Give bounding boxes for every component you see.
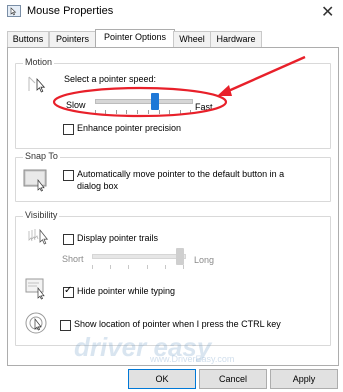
- slider-tick: [169, 110, 170, 114]
- fast-label: Fast: [195, 102, 213, 112]
- slider-tick: [148, 110, 149, 114]
- watermark-url: www.DriverEasy.com: [150, 354, 235, 364]
- snap-to-checkbox[interactable]: [63, 170, 74, 181]
- slider-tick: [105, 110, 106, 114]
- speed-label: Select a pointer speed:: [64, 74, 157, 84]
- slider-tick: [92, 265, 93, 269]
- slider-tick: [190, 110, 191, 114]
- tab-hardware[interactable]: Hardware: [210, 31, 262, 47]
- tab-wheel[interactable]: Wheel: [173, 31, 211, 47]
- speed-slider-thumb[interactable]: [150, 93, 159, 110]
- pointer-trails-icon: [28, 228, 49, 245]
- title-bar: Mouse Properties ✕: [0, 0, 343, 26]
- speed-slider-track[interactable]: [95, 99, 193, 104]
- apply-button[interactable]: Apply: [270, 369, 338, 389]
- pointer-speed-icon: [28, 76, 46, 93]
- slider-tick: [165, 265, 166, 269]
- ok-button[interactable]: OK: [128, 369, 196, 389]
- short-label: Short: [62, 254, 84, 264]
- long-label: Long: [194, 255, 215, 265]
- slider-tick: [110, 265, 111, 269]
- slider-tick: [128, 265, 129, 269]
- slider-tick: [183, 265, 184, 269]
- show-location-icon: [25, 312, 47, 334]
- motion-group: [15, 63, 331, 149]
- trail-length-slider-track[interactable]: [92, 254, 186, 259]
- enhance-precision-checkbox[interactable]: [63, 124, 74, 135]
- slider-tick: [180, 110, 181, 114]
- slow-label: Slow: [66, 100, 86, 110]
- window-title: Mouse Properties: [27, 5, 114, 17]
- cancel-button[interactable]: Cancel: [199, 369, 267, 389]
- slider-tick: [147, 265, 148, 269]
- hide-pointer-checkbox[interactable]: [63, 285, 74, 298]
- slider-tick: [116, 110, 117, 114]
- trail-length-ticks: [92, 265, 184, 269]
- slider-tick: [95, 110, 96, 114]
- slider-tick: [137, 110, 138, 114]
- tab-buttons[interactable]: Buttons: [7, 31, 49, 47]
- slider-tick: [126, 110, 127, 114]
- tab-pointer-options[interactable]: Pointer Options: [95, 29, 175, 48]
- snap-to-icon: [23, 169, 47, 192]
- visibility-legend: Visibility: [23, 210, 60, 220]
- trail-length-slider-thumb[interactable]: [176, 248, 184, 265]
- pointer-trails-label: Display pointer trails: [77, 233, 159, 243]
- tab-pointers[interactable]: Pointers: [49, 31, 96, 47]
- hide-pointer-label: Hide pointer while typing: [77, 286, 176, 296]
- close-icon[interactable]: ✕: [321, 2, 334, 22]
- motion-legend: Motion: [23, 57, 55, 67]
- snap-to-label-line2: dialog box: [77, 181, 119, 191]
- pointer-trails-checkbox[interactable]: [63, 234, 74, 245]
- hide-pointer-icon: [25, 278, 45, 300]
- snap-to-label-line1: Automatically move pointer to the defaul…: [77, 169, 285, 179]
- slider-tick: [159, 110, 160, 114]
- show-location-label: Show location of pointer when I press th…: [74, 319, 281, 329]
- mouse-properties-icon: [7, 5, 21, 17]
- speed-slider-ticks: [95, 110, 191, 114]
- snap-to-legend: Snap To: [23, 151, 60, 161]
- enhance-precision-label: Enhance pointer precision: [77, 123, 182, 133]
- show-location-checkbox[interactable]: [60, 320, 71, 331]
